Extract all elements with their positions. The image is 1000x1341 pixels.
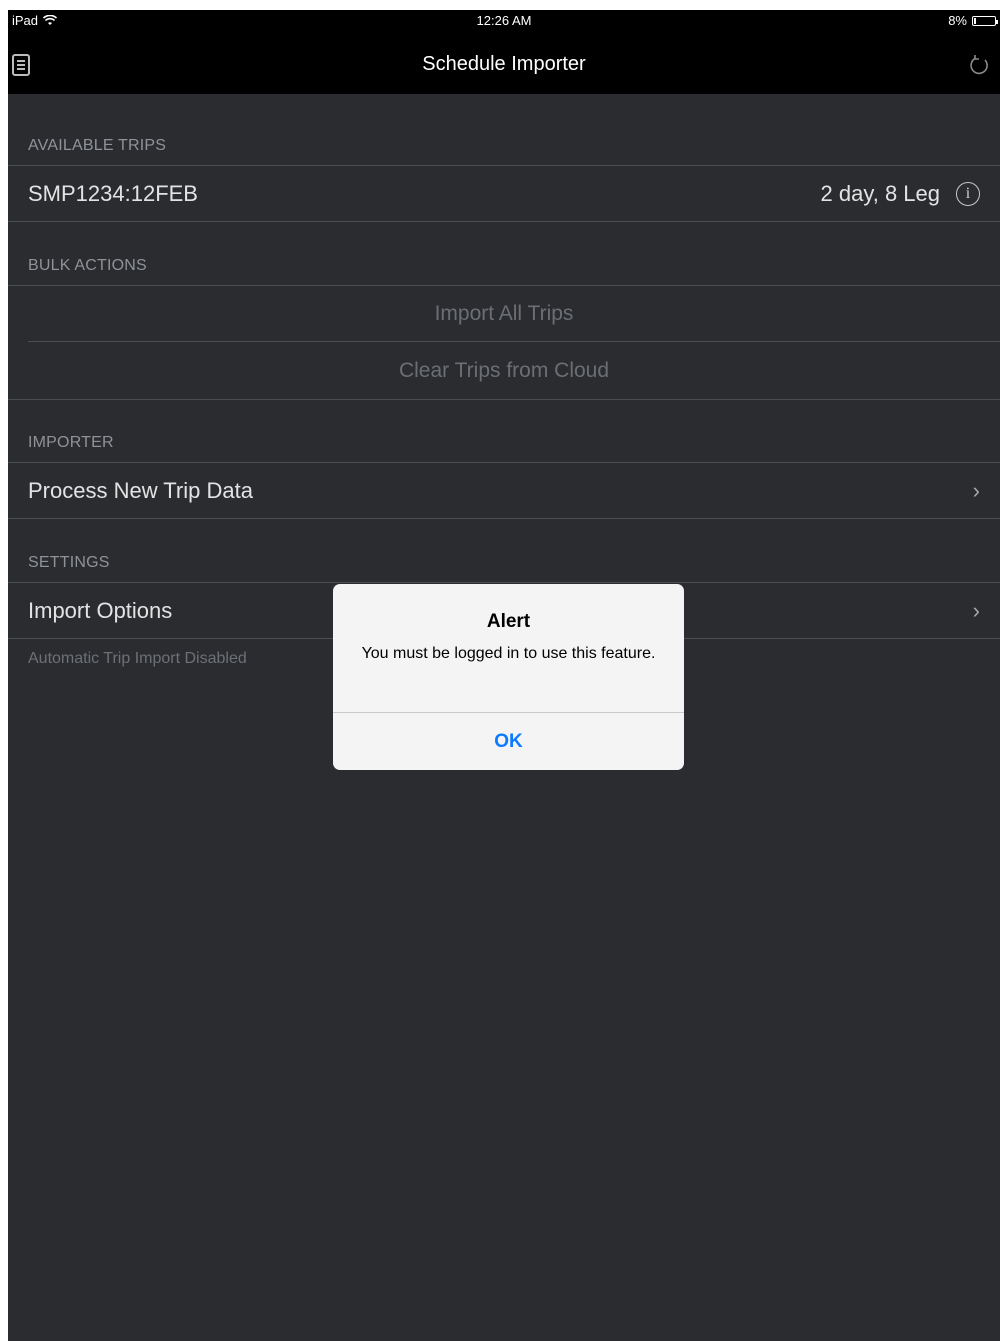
info-icon[interactable]: i bbox=[956, 182, 980, 206]
divider bbox=[28, 341, 1000, 342]
battery-icon bbox=[972, 15, 998, 26]
settings-footer-text: Automatic Trip Import Disabled bbox=[28, 650, 247, 667]
alert-dialog: Alert You must be logged in to use this … bbox=[333, 584, 684, 770]
divider bbox=[8, 221, 1000, 222]
alert-title: Alert bbox=[486, 611, 531, 632]
divider bbox=[8, 399, 1000, 400]
process-new-trip-data-label: Process New Trip Data bbox=[28, 478, 253, 503]
chevron-right-icon: › bbox=[972, 478, 980, 503]
refresh-icon[interactable] bbox=[966, 52, 992, 78]
section-header-importer: IMPORTER bbox=[28, 434, 114, 451]
trip-name: SMP1234:12FEB bbox=[28, 181, 198, 206]
clock: 12:26 AM bbox=[476, 13, 532, 28]
trip-row[interactable]: SMP1234:12FEB 2 day, 8 Leg i bbox=[8, 166, 1000, 222]
process-new-trip-data-row[interactable]: Process New Trip Data › bbox=[8, 463, 1000, 519]
alert-message: You must be logged in to use this featur… bbox=[361, 645, 656, 662]
trip-detail: 2 day, 8 Leg bbox=[820, 181, 940, 206]
divider bbox=[8, 518, 1000, 519]
status-bar: iPad 12:26 AM 8% bbox=[8, 10, 1000, 32]
ok-button[interactable]: OK bbox=[333, 713, 684, 770]
section-header-settings: SETTINGS bbox=[28, 554, 110, 571]
import-all-trips-button[interactable]: Import All Trips bbox=[8, 286, 1000, 342]
clear-trips-from-cloud-button[interactable]: Clear Trips from Cloud bbox=[8, 343, 1000, 399]
section-header-bulk-actions: BULK ACTIONS bbox=[28, 257, 147, 274]
battery-percent: 8% bbox=[948, 13, 967, 28]
section-header-available-trips: AVAILABLE TRIPS bbox=[28, 137, 167, 154]
navigation-bar: Schedule Importer bbox=[8, 32, 1000, 94]
page-title: Schedule Importer bbox=[422, 53, 586, 75]
chevron-right-icon: › bbox=[972, 598, 980, 623]
